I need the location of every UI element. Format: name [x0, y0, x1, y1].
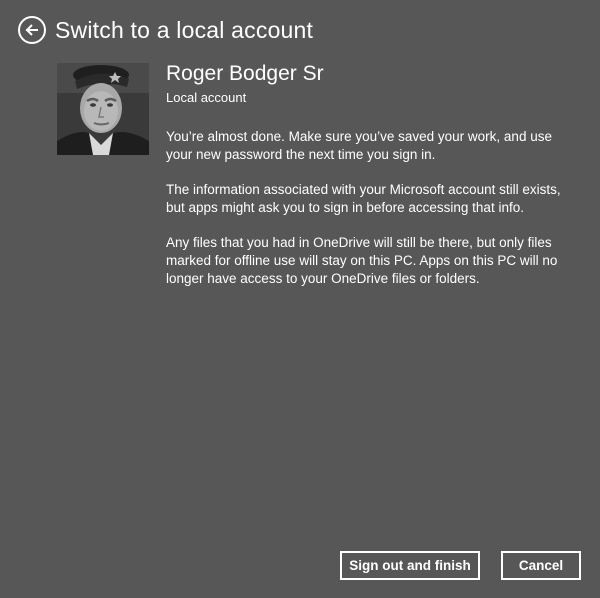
info-paragraph-2-line-2: but apps might ask you to sign in before…	[166, 200, 524, 215]
cancel-button[interactable]: Cancel	[501, 551, 581, 580]
sign-out-and-finish-button[interactable]: Sign out and finish	[340, 551, 480, 580]
info-paragraph-3: Any files that you had in OneDrive will …	[166, 234, 571, 288]
account-type: Local account	[166, 90, 247, 105]
info-paragraph-3-line-1: Any files that you had in OneDrive will …	[166, 235, 552, 250]
page-title: Switch to a local account	[55, 16, 314, 43]
info-paragraph-2-line-1: The information associated with your Mic…	[166, 182, 561, 197]
info-paragraph-2: The information associated with your Mic…	[166, 181, 571, 217]
account-info: Roger Bodger Sr Local account You’re alm…	[166, 62, 571, 288]
info-paragraph-1-line-2: your new password the next time you sign…	[166, 147, 436, 162]
info-paragraph-1: You’re almost done. Make sure you’ve sav…	[166, 128, 571, 164]
info-paragraph-3-line-3: longer have access to your OneDrive file…	[166, 271, 480, 286]
back-button[interactable]	[18, 16, 46, 44]
info-paragraph-3-line-2: marked for offline use will stay on this…	[166, 253, 558, 268]
user-photo	[57, 63, 149, 155]
back-arrow-icon	[25, 24, 38, 36]
info-paragraph-1-line-1: You’re almost done. Make sure you’ve sav…	[166, 129, 552, 144]
header: Switch to a local account	[18, 14, 313, 46]
avatar	[57, 63, 149, 155]
user-name: Roger Bodger Sr	[166, 62, 324, 85]
